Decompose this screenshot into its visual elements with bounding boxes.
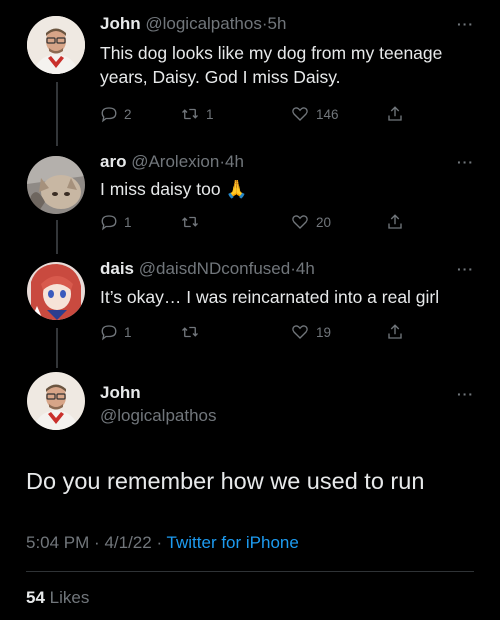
retweet-icon — [182, 326, 198, 338]
user-handle[interactable]: @Arolexion — [131, 152, 219, 171]
user-handle[interactable]: @logicalpathos — [145, 14, 262, 33]
tweet-header: aro @Arolexion·4h — [100, 152, 244, 172]
display-name[interactable]: aro — [100, 152, 126, 171]
likes-count: 54 — [26, 588, 45, 607]
retweet-button[interactable] — [180, 210, 206, 234]
avatar[interactable] — [27, 262, 85, 320]
retweet-icon — [182, 108, 198, 120]
separator-dot: · — [94, 533, 100, 552]
like-button[interactable]: 20 — [290, 210, 331, 234]
like-count: 19 — [316, 324, 332, 340]
praying-hands-emoji: 🙏 — [225, 179, 248, 199]
tweet-date[interactable]: 4/1/22 — [104, 533, 151, 552]
tweet-text: This dog looks like my dog from my teena… — [100, 43, 443, 87]
avatar[interactable] — [27, 16, 85, 74]
retweet-count: 1 — [206, 106, 214, 122]
timestamp[interactable]: 4h — [296, 259, 315, 278]
tweet-source-link[interactable]: Twitter for iPhone — [167, 533, 299, 552]
retweet-button[interactable]: 1 — [180, 102, 214, 126]
display-name[interactable]: John — [100, 383, 141, 403]
reply-button[interactable]: 1 — [100, 210, 132, 234]
like-button[interactable]: 19 — [290, 320, 331, 344]
avatar[interactable] — [27, 156, 85, 214]
like-count: 146 — [316, 106, 339, 122]
reply-icon — [101, 325, 117, 341]
reply-count: 1 — [124, 324, 132, 340]
divider — [26, 571, 474, 572]
more-icon[interactable]: ··· — [457, 386, 474, 402]
display-name[interactable]: John — [100, 14, 141, 33]
separator-dot: · — [156, 533, 163, 552]
timestamp[interactable]: 5h — [268, 14, 287, 33]
share-icon — [388, 324, 402, 339]
more-icon[interactable]: ··· — [457, 16, 474, 32]
tweet-text: It’s okay… I was reincarnated into a rea… — [100, 287, 440, 307]
user-handle[interactable]: @logicalpathos — [100, 406, 217, 426]
share-icon — [388, 106, 402, 121]
display-name[interactable]: dais — [100, 259, 134, 278]
reply-count: 1 — [124, 214, 132, 230]
tweet-meta: 5:04 PM · 4/1/22 · Twitter for iPhone — [26, 533, 299, 553]
timestamp[interactable]: 4h — [225, 152, 244, 171]
reply-button[interactable]: 2 — [100, 102, 132, 126]
share-icon — [388, 214, 402, 229]
retweet-icon — [182, 216, 198, 228]
tweet-actions: 1 19 — [100, 320, 430, 344]
thread-line — [56, 328, 58, 368]
tweet-actions: 2 1 146 — [100, 102, 430, 126]
reply-icon — [101, 215, 117, 231]
share-button[interactable] — [386, 210, 410, 234]
user-handle[interactable]: @daisdNDconfused — [139, 259, 290, 278]
thread-line — [56, 220, 58, 254]
tweet-time[interactable]: 5:04 PM — [26, 533, 89, 552]
like-icon — [292, 325, 308, 339]
tweet-text-content: I miss daisy too — [100, 179, 221, 199]
tweet-header: John @logicalpathos·5h — [100, 14, 286, 34]
thread-line — [56, 82, 58, 146]
avatar[interactable] — [27, 372, 85, 430]
like-count: 20 — [316, 214, 332, 230]
tweet-actions: 1 20 — [100, 210, 430, 234]
main-tweet-text: Do you remember how we used to run — [26, 468, 425, 494]
tweet-text: I miss daisy too 🙏 — [100, 177, 480, 201]
retweet-button[interactable] — [180, 320, 206, 344]
reply-button[interactable]: 1 — [100, 320, 132, 344]
reply-icon — [101, 107, 117, 123]
like-button[interactable]: 146 — [290, 102, 339, 126]
like-icon — [292, 107, 308, 121]
likes-label: Likes — [49, 588, 90, 607]
more-icon[interactable]: ··· — [457, 261, 474, 277]
more-icon[interactable]: ··· — [457, 154, 474, 170]
like-icon — [292, 215, 308, 229]
reply-count: 2 — [124, 106, 132, 122]
share-button[interactable] — [386, 102, 410, 126]
share-button[interactable] — [386, 320, 410, 344]
tweet-header: dais @daisdNDconfused·4h — [100, 259, 315, 279]
likes-summary[interactable]: 54 Likes — [26, 588, 89, 608]
